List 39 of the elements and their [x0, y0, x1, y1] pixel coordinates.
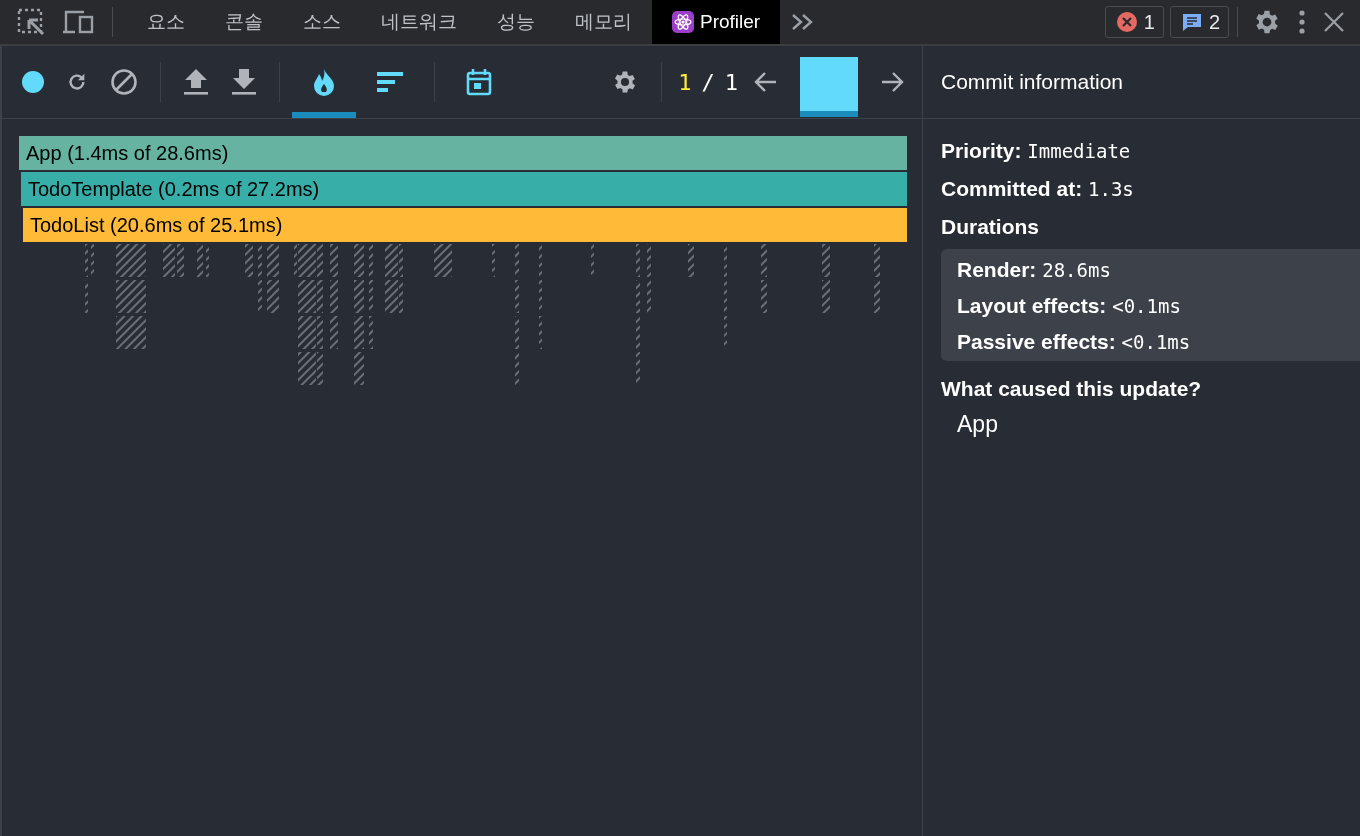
section-heading: Durations [941, 214, 1040, 240]
error-icon [1115, 11, 1138, 33]
arrow-left-icon[interactable] [754, 71, 778, 93]
error-count-badge[interactable]: 1 [1104, 6, 1164, 38]
clear-icon[interactable] [110, 68, 138, 96]
devtools-tab[interactable]: 요소 [127, 0, 205, 44]
section-heading: What caused this update? [941, 376, 1203, 402]
record-icon[interactable] [22, 71, 44, 93]
component-name[interactable]: App [941, 411, 1360, 438]
arrow-right-icon[interactable] [880, 71, 904, 93]
upload-icon[interactable] [183, 68, 209, 96]
commit-separator: / [701, 69, 715, 95]
devtools-tab[interactable]: Profiler [652, 0, 781, 44]
calendar-icon [466, 68, 492, 96]
commit-detail: Priority: Immediate [941, 138, 1132, 164]
message-icon [1180, 11, 1203, 33]
devtools-tab[interactable]: 콘솔 [205, 0, 283, 44]
flame-graph-bar[interactable]: TodoList (20.6ms of 25.1ms) [23, 208, 907, 242]
duration-detail: Layout effects: <0.1ms [957, 293, 1182, 319]
device-toolbar-icon[interactable] [62, 8, 96, 36]
duration-detail: Render: 28.6ms [957, 257, 1112, 283]
devtools-tab[interactable]: 성능 [477, 0, 555, 44]
commit-index: 1 [678, 69, 692, 95]
commit-total: 1 [724, 69, 738, 95]
download-icon[interactable] [231, 68, 257, 96]
commit-detail: Committed at: 1.3s [941, 176, 1135, 202]
close-icon[interactable] [1322, 10, 1346, 34]
duration-detail: Passive effects: <0.1ms [957, 329, 1192, 355]
flame-icon [313, 68, 335, 96]
flame-graph-bar[interactable]: App (1.4ms of 28.6ms) [19, 136, 907, 170]
more-options-icon[interactable] [1296, 9, 1308, 35]
message-count-badge[interactable]: 2 [1169, 6, 1229, 38]
atom-icon [672, 11, 694, 33]
flame-graph-bar[interactable]: TodoTemplate (0.2ms of 27.2ms) [21, 172, 907, 206]
devtools-tab[interactable]: 메모리 [555, 0, 652, 44]
panel-title: Commit information [923, 46, 1360, 119]
devtools-tab[interactable]: 소스 [283, 0, 361, 44]
ranked-chart-icon [377, 72, 403, 92]
devtools-tab[interactable]: 네트워크 [361, 0, 477, 44]
